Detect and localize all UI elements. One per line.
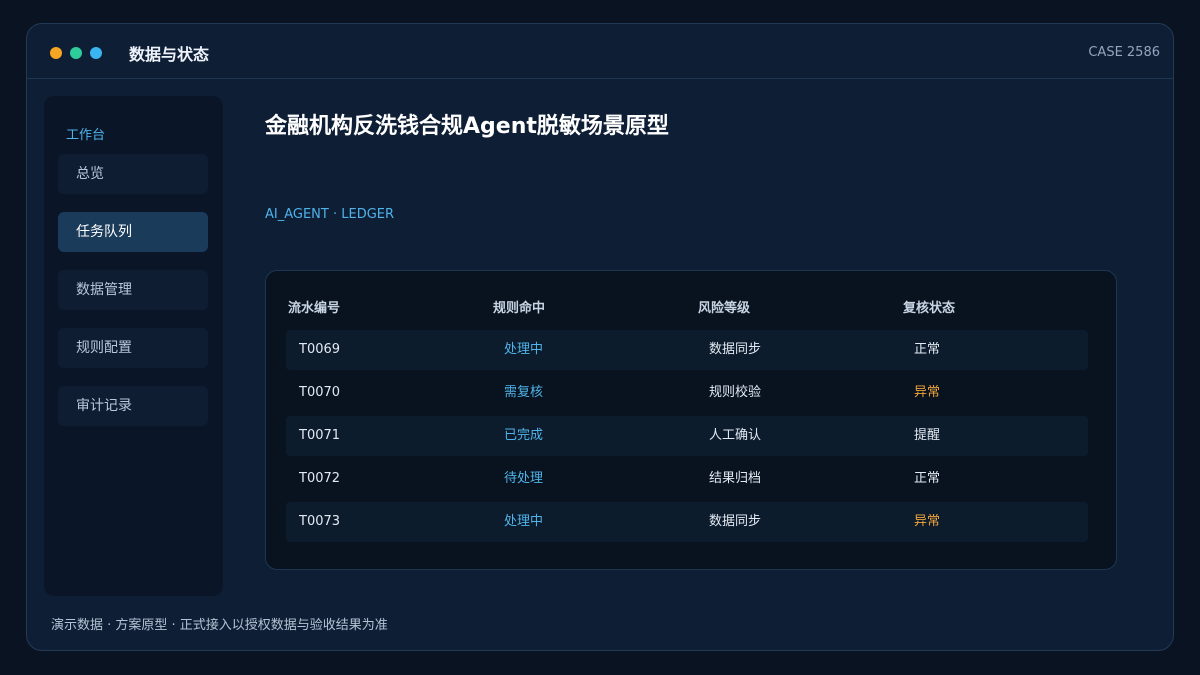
sidebar: 工作台 总览 任务队列 数据管理 规则配置 审计记录 bbox=[44, 96, 223, 596]
transaction-table: 流水编号 规则命中 风险等级 复核状态 T0069 处理中 数据同步 正常 T0… bbox=[265, 270, 1117, 570]
cell-id: T0071 bbox=[299, 428, 341, 443]
title-bar: 数据与状态 CASE 2586 bbox=[27, 24, 1173, 79]
maximize-window-dot[interactable] bbox=[90, 47, 102, 59]
page-title: 金融机构反洗钱合规Agent脱敏场景原型 bbox=[265, 114, 669, 139]
cell-review: 正常 bbox=[914, 471, 941, 486]
sidebar-item-task-queue[interactable]: 任务队列 bbox=[58, 212, 208, 252]
cell-review: 提醒 bbox=[914, 428, 941, 443]
cell-review: 异常 bbox=[914, 514, 941, 529]
sidebar-item-overview[interactable]: 总览 bbox=[58, 154, 208, 194]
sidebar-item-data-management[interactable]: 数据管理 bbox=[58, 270, 208, 310]
column-header-review: 复核状态 bbox=[903, 301, 956, 316]
cell-risk: 数据同步 bbox=[709, 342, 762, 357]
minimize-window-dot[interactable] bbox=[70, 47, 82, 59]
cell-review: 正常 bbox=[914, 342, 941, 357]
cell-review: 异常 bbox=[914, 385, 941, 400]
table-row[interactable]: T0071 已完成 人工确认 提醒 bbox=[286, 416, 1088, 456]
cell-risk: 规则校验 bbox=[709, 385, 762, 400]
table-row[interactable]: T0070 需复核 规则校验 异常 bbox=[286, 373, 1088, 413]
cell-id: T0073 bbox=[299, 514, 341, 529]
table-row[interactable]: T0069 处理中 数据同步 正常 bbox=[286, 330, 1088, 370]
cell-rule: 处理中 bbox=[504, 514, 544, 529]
column-header-id: 流水编号 bbox=[288, 301, 341, 316]
cell-rule: 待处理 bbox=[504, 471, 544, 486]
cell-rule: 处理中 bbox=[504, 342, 544, 357]
cell-rule: 需复核 bbox=[504, 385, 544, 400]
cell-risk: 人工确认 bbox=[709, 428, 762, 443]
sidebar-heading: 工作台 bbox=[66, 128, 106, 143]
page-meta: AI_AGENT · LEDGER bbox=[265, 207, 395, 222]
cell-id: T0069 bbox=[299, 342, 341, 357]
cell-rule: 已完成 bbox=[504, 428, 544, 443]
table-row[interactable]: T0073 处理中 数据同步 异常 bbox=[286, 502, 1088, 542]
app-title: 数据与状态 bbox=[129, 45, 210, 64]
case-id: CASE 2586 bbox=[1088, 45, 1160, 60]
cell-id: T0072 bbox=[299, 471, 341, 486]
cell-risk: 数据同步 bbox=[709, 514, 762, 529]
sidebar-item-audit-log[interactable]: 审计记录 bbox=[58, 386, 208, 426]
close-window-dot[interactable] bbox=[50, 47, 62, 59]
column-header-risk: 风险等级 bbox=[698, 301, 751, 316]
cell-risk: 结果归档 bbox=[709, 471, 762, 486]
app-window: 数据与状态 CASE 2586 工作台 总览 任务队列 数据管理 规则配置 审计… bbox=[26, 23, 1174, 651]
footer-note: 演示数据 · 方案原型 · 正式接入以授权数据与验收结果为准 bbox=[51, 618, 388, 633]
column-header-rule: 规则命中 bbox=[493, 301, 546, 316]
sidebar-item-rule-config[interactable]: 规则配置 bbox=[58, 328, 208, 368]
table-row[interactable]: T0072 待处理 结果归档 正常 bbox=[286, 459, 1088, 499]
cell-id: T0070 bbox=[299, 385, 341, 400]
